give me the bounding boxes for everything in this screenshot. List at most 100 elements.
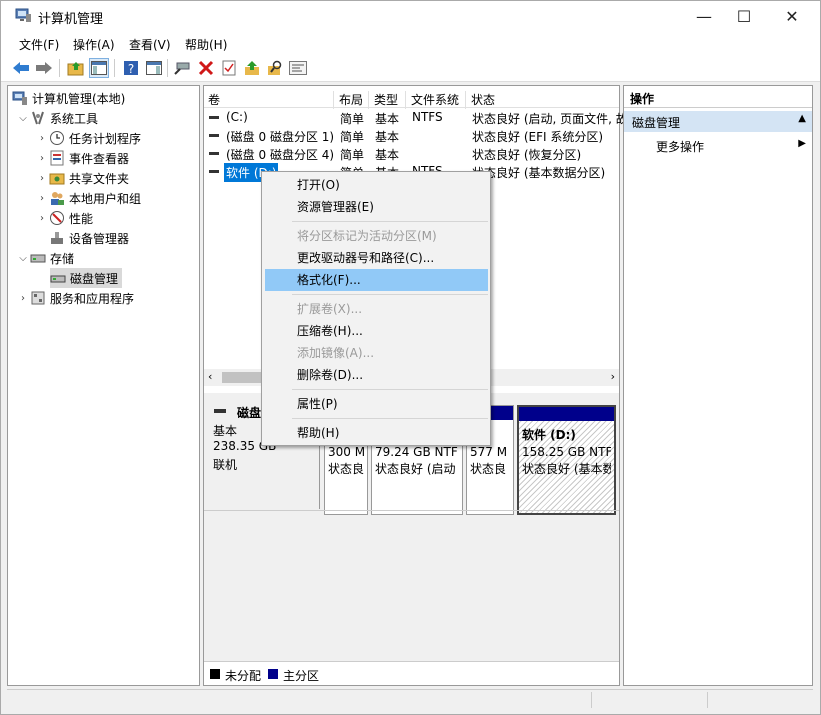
services-icon [30, 290, 46, 306]
tree-item-disk-management[interactable]: 磁盘管理 [50, 268, 123, 288]
chevron-right-icon[interactable]: › [35, 193, 49, 204]
delete-button[interactable] [196, 58, 216, 78]
tree-item-device-manager[interactable]: 设备管理器 [49, 228, 129, 248]
chevron-right-icon[interactable]: › [35, 173, 49, 184]
partition-status: 状态良好 (基本数 [522, 462, 611, 476]
tree-item-services-apps[interactable]: › 服务和应用程序 [16, 288, 134, 308]
menu-action[interactable]: 操作(A) [73, 36, 115, 53]
connect-button[interactable] [173, 58, 193, 78]
drive-icon [209, 152, 219, 155]
volume-row[interactable]: (C:) 简单 基本 NTFS 状态良好 (启动, 页面文件, 故 [204, 108, 628, 126]
forward-button[interactable] [34, 58, 54, 78]
legend-unallocated: 未分配 [225, 669, 262, 683]
actions-more-actions[interactable]: 更多操作 ▶ [624, 136, 812, 156]
menu-item-shrink[interactable]: 压缩卷(H)... [265, 320, 488, 342]
settings-button[interactable] [288, 58, 308, 78]
actions-section-disk-management[interactable]: 磁盘管理 ▲ [624, 111, 812, 132]
properties-button[interactable] [219, 58, 239, 78]
tree-item-task-scheduler[interactable]: › 任务计划程序 [35, 128, 141, 148]
menu-view[interactable]: 查看(V) [129, 36, 171, 53]
volume-status: 状态良好 (EFI 系统分区) [472, 130, 604, 144]
column-header-layout[interactable]: 布局 [335, 91, 369, 109]
disk-icon [214, 409, 226, 413]
column-header-volume[interactable]: 卷 [204, 91, 334, 109]
volume-row[interactable]: (磁盘 0 磁盘分区 1) 简单 基本 状态良好 (EFI 系统分区) [204, 126, 619, 144]
partition-label: 软件 (D:) [522, 428, 576, 442]
performance-icon [49, 210, 65, 226]
volume-layout: 简单 [340, 148, 365, 162]
magnifier-icon [268, 60, 282, 75]
chevron-right-icon[interactable]: › [35, 153, 49, 164]
menu-item-mark-active[interactable]: 将分区标记为活动分区(M) [265, 225, 488, 247]
show-hide-tree-button[interactable] [89, 58, 109, 78]
export-button[interactable] [242, 58, 262, 78]
chevron-right-icon[interactable]: › [16, 293, 30, 304]
tree-item-performance[interactable]: › 性能 [35, 208, 93, 228]
help-button[interactable]: ? [121, 58, 141, 78]
menu-item-explorer[interactable]: 资源管理器(E) [265, 196, 488, 218]
scroll-left-icon[interactable]: ‹ [208, 370, 212, 383]
unallocated-swatch [210, 669, 220, 679]
more-actions-label: 更多操作 [656, 140, 705, 154]
computer-management-icon [15, 8, 31, 22]
console-tree-icon [91, 61, 107, 75]
chevron-down-icon[interactable]: ⌵ [16, 113, 30, 124]
settings-panel-icon [289, 61, 307, 75]
close-button[interactable]: ✕ [769, 1, 815, 32]
tree-root-computer-management[interactable]: 计算机管理(本地) [12, 88, 125, 108]
menu-item-open[interactable]: 打开(O) [265, 174, 488, 196]
volume-type: 基本 [375, 148, 400, 162]
chevron-right-icon[interactable]: › [35, 213, 49, 224]
up-folder-button[interactable] [66, 58, 86, 78]
volume-row[interactable]: (磁盘 0 磁盘分区 4) 简单 基本 状态良好 (恢复分区) [204, 144, 619, 162]
delete-x-icon [198, 60, 214, 76]
tree-label: 设备管理器 [69, 231, 130, 246]
menu-item-extend[interactable]: 扩展卷(X)... [265, 298, 488, 320]
scroll-right-icon[interactable]: › [611, 370, 615, 383]
chevron-right-icon[interactable]: › [35, 133, 49, 144]
checklist-icon [222, 60, 236, 76]
device-manager-icon [49, 230, 65, 246]
column-header-status[interactable]: 状态 [467, 91, 619, 109]
maximize-icon: ☐ [736, 7, 752, 26]
volume-layout: 简单 [340, 112, 365, 126]
menu-item-help[interactable]: 帮助(H) [265, 422, 488, 444]
menu-item-format[interactable]: 格式化(F)... [265, 269, 488, 291]
partition-status: 状态良 [470, 462, 507, 476]
volume-status: 状态良好 (基本数据分区) [472, 166, 606, 180]
partition-status: 状态良 [328, 462, 364, 476]
partition-block-selected[interactable]: 软件 (D:) 158.25 GB NTF 状态良好 (基本数 [517, 405, 616, 515]
collapse-icon[interactable]: ▲ [798, 113, 806, 124]
search-button[interactable] [265, 58, 285, 78]
tree-item-local-users[interactable]: › 本地用户和组 [35, 188, 141, 208]
primary-swatch [268, 669, 278, 679]
menu-file[interactable]: 文件(F) [19, 36, 59, 53]
up-folder-icon [67, 62, 84, 76]
menu-item-delete[interactable]: 删除卷(D)... [265, 364, 488, 386]
menu-help[interactable]: 帮助(H) [185, 36, 227, 53]
back-button[interactable] [11, 58, 31, 78]
tree-label: 存储 [50, 251, 75, 266]
tree-item-system-tools[interactable]: ⌵ 系统工具 [16, 108, 98, 128]
menu-item-add-mirror[interactable]: 添加镜像(A)... [265, 342, 488, 364]
tree-item-event-viewer[interactable]: › 事件查看器 [35, 148, 129, 168]
action-pane-button[interactable] [144, 58, 164, 78]
column-header-type[interactable]: 类型 [370, 91, 406, 109]
column-header-filesystem[interactable]: 文件系统 [407, 91, 466, 109]
legend-primary: 主分区 [283, 669, 320, 683]
maximize-button[interactable]: ☐ [721, 1, 767, 32]
tree-item-storage[interactable]: ⌵ 存储 [16, 248, 74, 268]
disk-icon [50, 270, 66, 286]
chevron-down-icon[interactable]: ⌵ [16, 253, 30, 264]
tree-label: 系统工具 [50, 111, 99, 126]
legend: 未分配 主分区 [204, 661, 619, 685]
tree-item-shared-folders[interactable]: › 共享文件夹 [35, 168, 129, 188]
actions-pane: 操作 磁盘管理 ▲ 更多操作 ▶ [623, 85, 813, 686]
menu-item-change-drive-letter[interactable]: 更改驱动器号和路径(C)... [265, 247, 488, 269]
drive-icon [209, 170, 219, 173]
tree-label: 本地用户和组 [69, 191, 142, 206]
console-tree: 计算机管理(本地) ⌵ 系统工具 › 任务计划程序 › 事件查看器 › 共享文件… [7, 85, 200, 686]
tree-label: 共享文件夹 [69, 171, 130, 186]
menu-item-properties[interactable]: 属性(P) [265, 393, 488, 415]
tree-label: 事件查看器 [69, 151, 130, 166]
